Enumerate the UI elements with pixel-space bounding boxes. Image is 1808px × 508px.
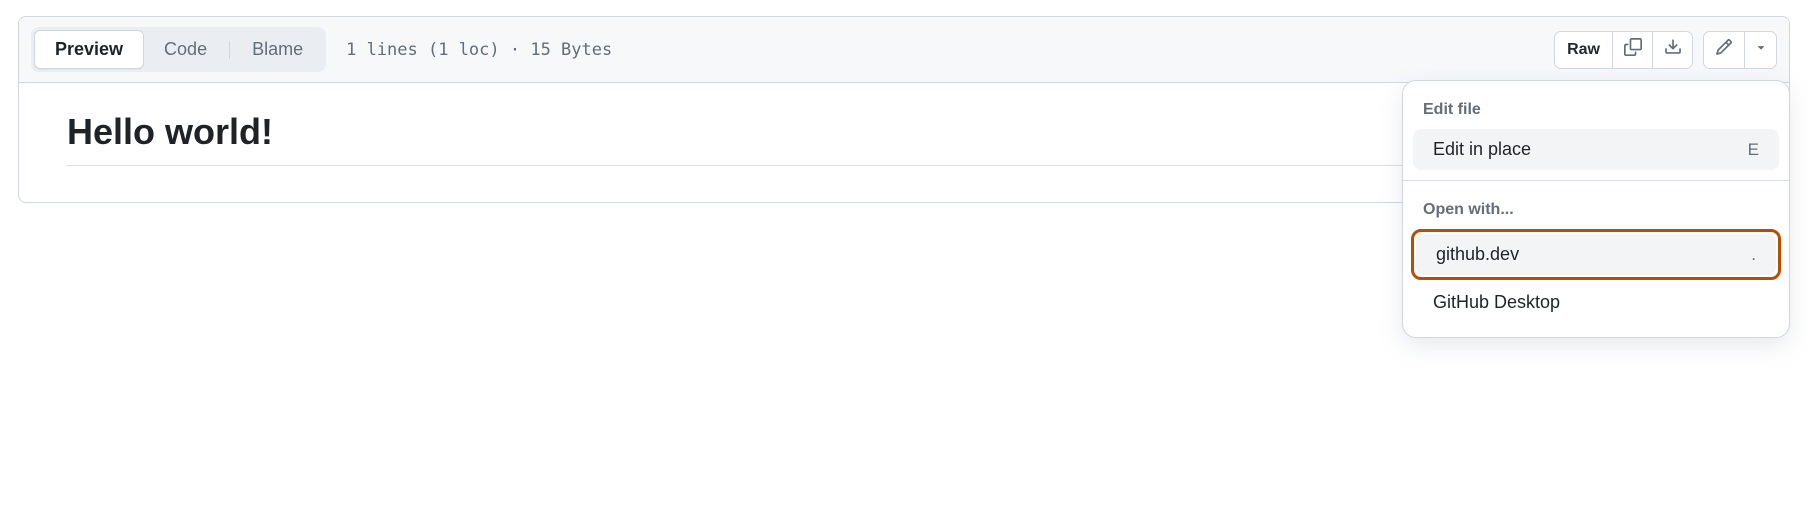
menu-edit-in-place-label: Edit in place — [1433, 139, 1531, 160]
raw-copy-download-group: Raw — [1554, 31, 1693, 69]
file-info-text: 1 lines (1 loc) · 15 Bytes — [346, 40, 612, 60]
menu-github-desktop-label: GitHub Desktop — [1433, 292, 1560, 313]
menu-github-dev-shortcut: . — [1751, 245, 1756, 265]
raw-button[interactable]: Raw — [1555, 32, 1612, 68]
tab-preview[interactable]: Preview — [34, 30, 144, 69]
dropdown-section-edit: Edit file — [1403, 91, 1789, 127]
dropdown-divider — [1403, 180, 1789, 181]
menu-edit-in-place[interactable]: Edit in place E — [1413, 129, 1779, 170]
menu-edit-in-place-shortcut: E — [1748, 140, 1759, 160]
menu-github-dev[interactable]: github.dev . — [1416, 234, 1776, 275]
tab-code[interactable]: Code — [144, 31, 227, 68]
copy-icon — [1624, 38, 1642, 61]
menu-github-dev-label: github.dev — [1436, 244, 1519, 265]
tab-separator — [229, 41, 230, 59]
menu-github-desktop[interactable]: GitHub Desktop — [1413, 282, 1779, 323]
copy-button[interactable] — [1612, 32, 1652, 68]
edit-dropdown-group — [1703, 31, 1777, 69]
dropdown-section-open: Open with... — [1403, 191, 1789, 227]
edit-button[interactable] — [1704, 32, 1744, 68]
toolbar-actions: Raw — [1554, 31, 1777, 69]
pencil-icon — [1715, 38, 1733, 61]
menu-github-dev-highlight: github.dev . — [1411, 229, 1781, 280]
edit-dropdown-menu: Edit file Edit in place E Open with... g… — [1402, 80, 1790, 338]
tab-blame[interactable]: Blame — [232, 31, 323, 68]
download-icon — [1664, 38, 1682, 61]
edit-more-button[interactable] — [1744, 32, 1776, 68]
triangle-down-icon — [1754, 40, 1768, 59]
download-button[interactable] — [1652, 32, 1692, 68]
file-toolbar: Preview Code Blame 1 lines (1 loc) · 15 … — [19, 17, 1789, 83]
view-mode-tabs: Preview Code Blame — [31, 27, 326, 72]
